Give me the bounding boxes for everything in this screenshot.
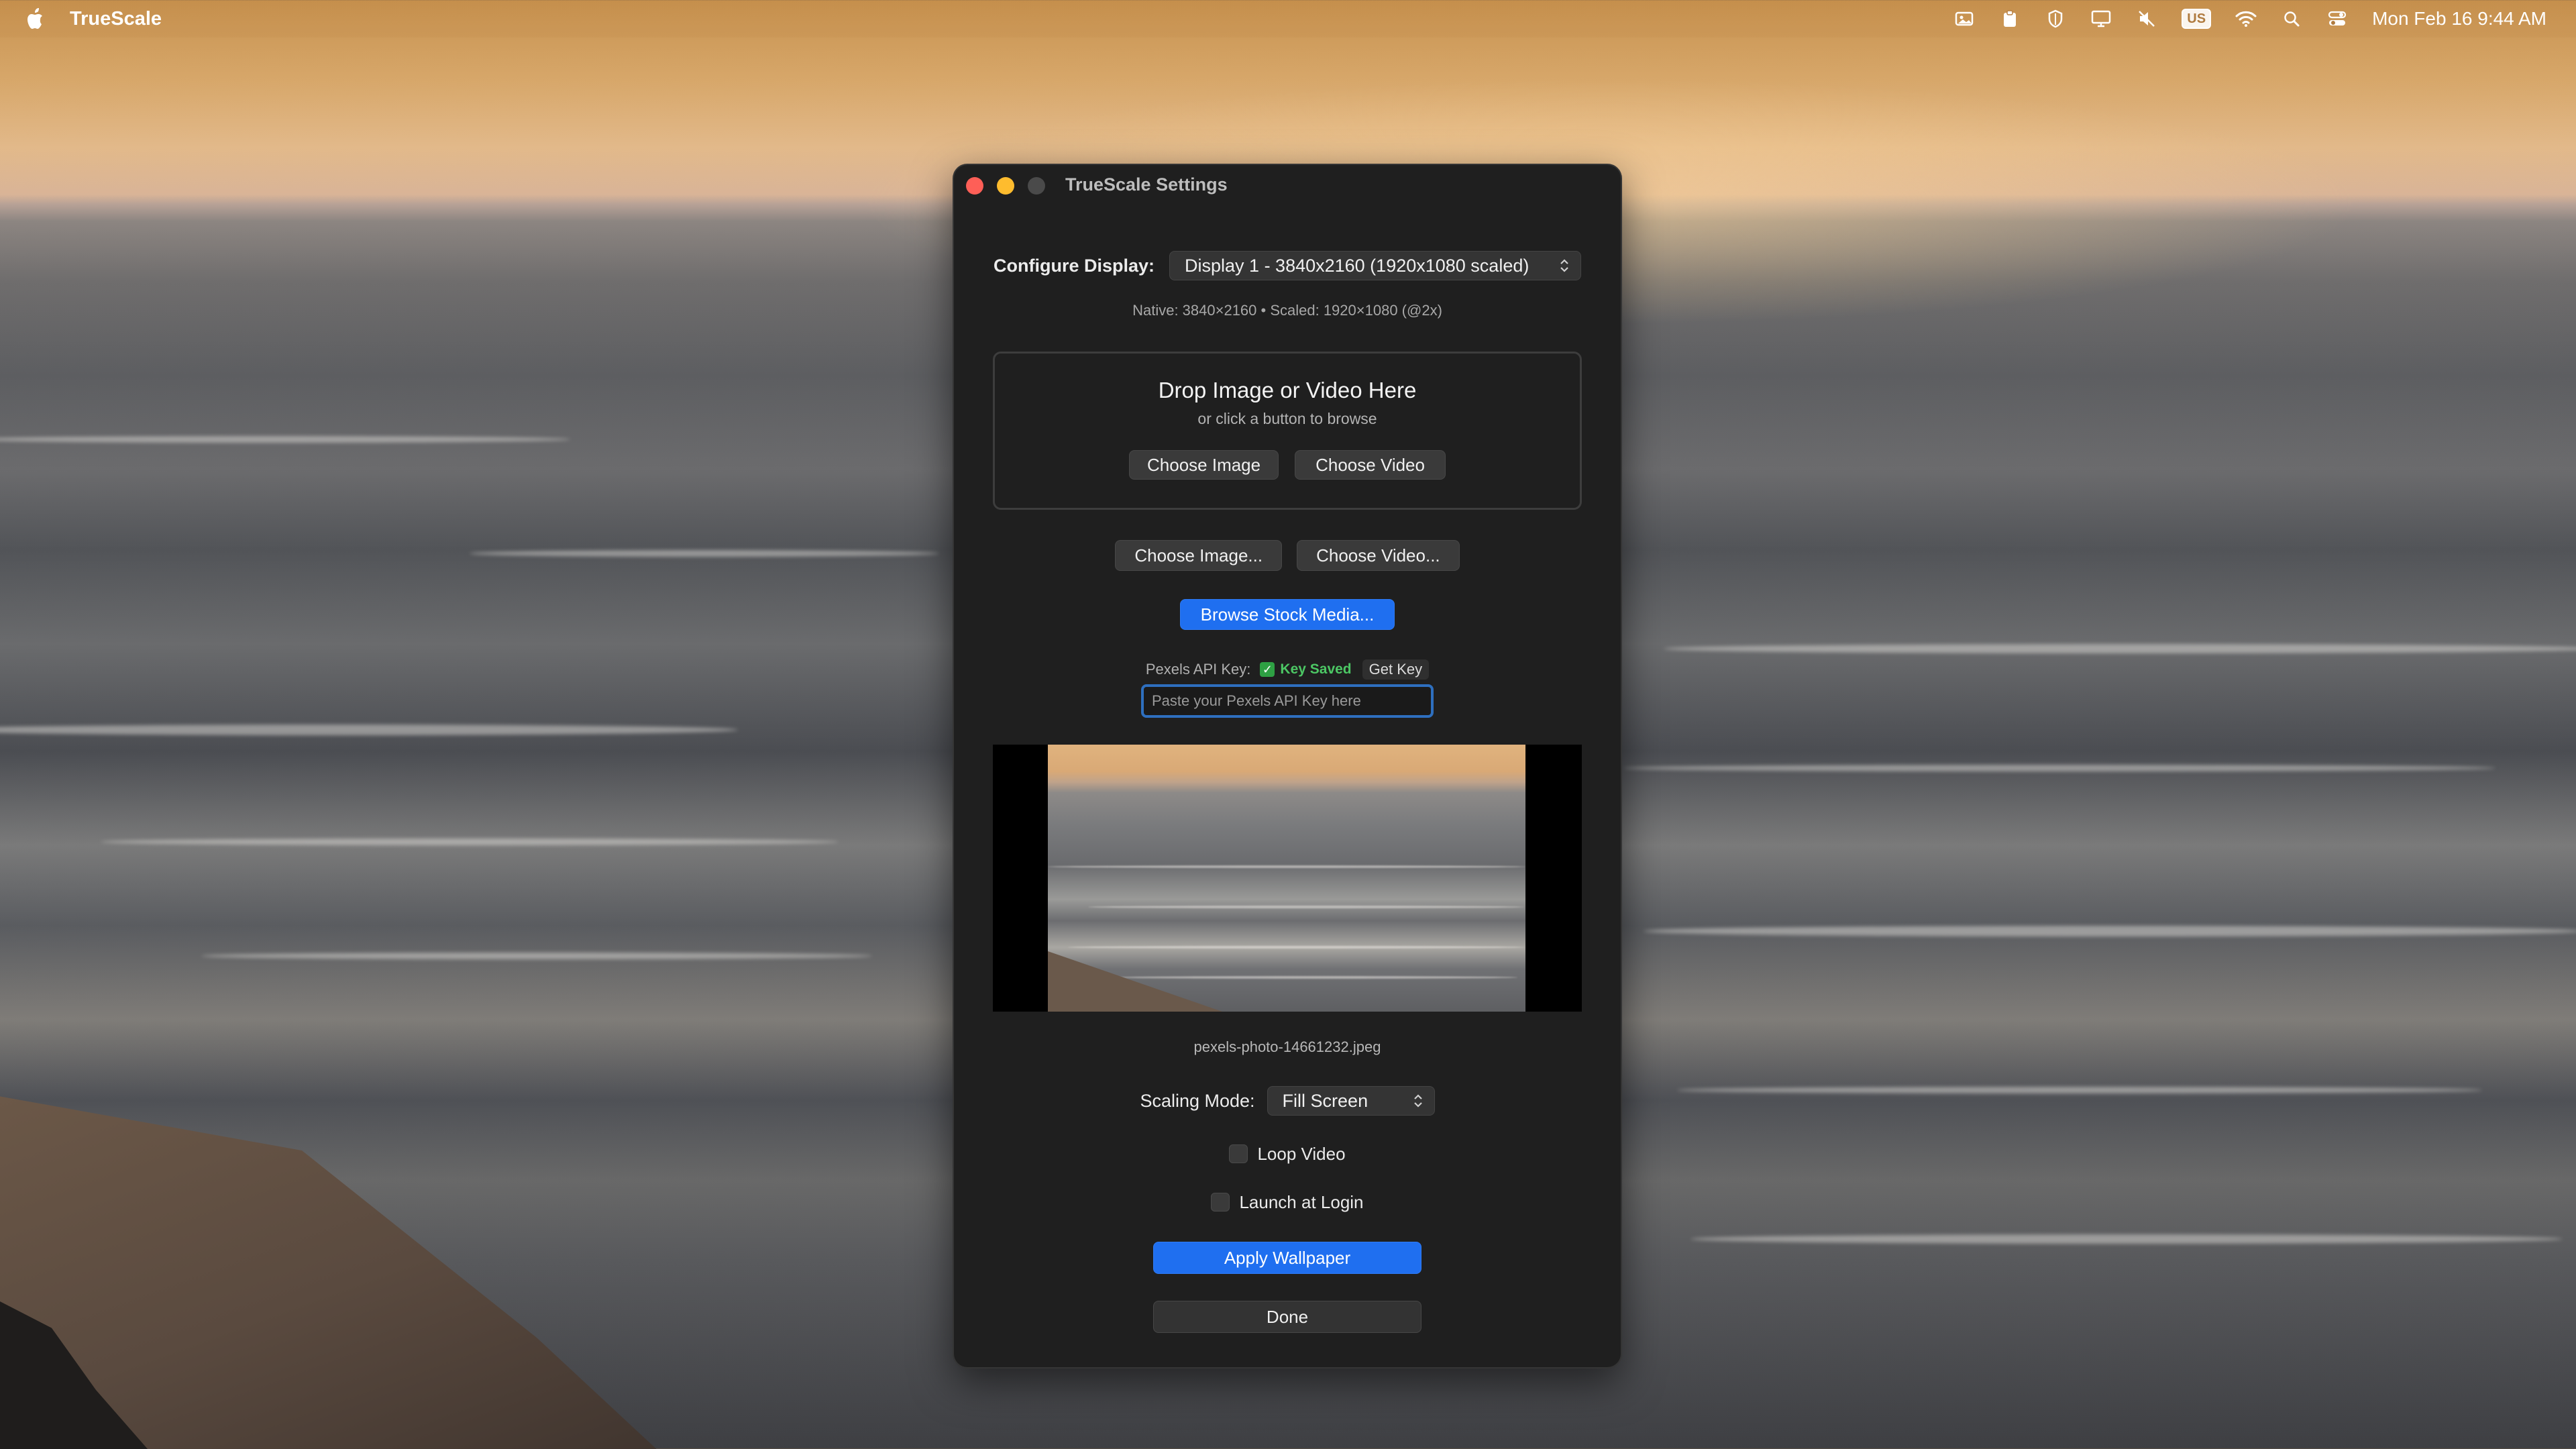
preview-image <box>1048 745 1525 1012</box>
pexels-api-key-label: Pexels API Key: <box>1145 661 1251 678</box>
drop-zone-title: Drop Image or Video Here <box>1158 378 1417 402</box>
choose-video-button[interactable]: Choose Video <box>1295 450 1446 480</box>
scaling-mode-value: Fill Screen <box>1282 1090 1368 1111</box>
display-select[interactable]: Display 1 - 3840x2160 (1920x1080 scaled) <box>1169 251 1582 280</box>
choose-video-file-button[interactable]: Choose Video... <box>1297 540 1460 571</box>
minimize-window-button[interactable] <box>997 177 1014 195</box>
photo-icon[interactable] <box>1953 9 1975 29</box>
media-drop-zone[interactable]: Drop Image or Video Here or click a butt… <box>993 352 1582 510</box>
mute-icon[interactable] <box>2136 9 2157 29</box>
clipboard-icon[interactable] <box>1999 9 2021 29</box>
loop-video-checkbox[interactable] <box>1229 1144 1248 1163</box>
selected-file-name: pexels-photo-14661232.jpeg <box>1193 1038 1381 1055</box>
control-center-icon[interactable] <box>2326 9 2348 29</box>
zoom-window-button[interactable] <box>1028 177 1045 195</box>
settings-window: TrueScale Settings Configure Display: Di… <box>953 164 1622 1368</box>
wallpaper-preview <box>993 745 1582 1012</box>
keyboard-input-icon[interactable]: US <box>2182 9 2212 29</box>
resolution-note: Native: 3840×2160 • Scaled: 1920×1080 (@… <box>1132 302 1442 319</box>
window-title: TrueScale Settings <box>1065 174 1228 195</box>
done-button[interactable]: Done <box>1153 1301 1421 1333</box>
scaling-mode-label: Scaling Mode: <box>1140 1090 1255 1111</box>
shield-icon[interactable] <box>2045 9 2066 29</box>
window-titlebar[interactable]: TrueScale Settings <box>953 164 1622 207</box>
checkmark-icon: ✓ <box>1260 662 1275 677</box>
configure-display-label: Configure Display: <box>993 255 1155 276</box>
apple-menu-icon[interactable] <box>27 7 46 30</box>
choose-image-button[interactable]: Choose Image <box>1129 450 1279 480</box>
display-icon[interactable] <box>2090 9 2112 29</box>
app-menu-name[interactable]: TrueScale <box>70 8 162 30</box>
close-window-button[interactable] <box>966 177 983 195</box>
get-key-button[interactable]: Get Key <box>1362 659 1430 680</box>
menu-bar: TrueScale US Mon Feb 16 9:44 AM <box>0 0 2576 38</box>
display-select-value: Display 1 - 3840x2160 (1920x1080 scaled) <box>1185 255 1529 276</box>
loop-video-label: Loop Video <box>1257 1143 1346 1164</box>
apply-wallpaper-button[interactable]: Apply Wallpaper <box>1153 1242 1421 1274</box>
chevron-updown-icon <box>1559 258 1570 274</box>
launch-at-login-label: Launch at Login <box>1239 1191 1364 1212</box>
search-icon[interactable] <box>2281 9 2302 29</box>
launch-at-login-checkbox[interactable] <box>1211 1193 1230 1212</box>
chevron-updown-icon <box>1413 1093 1424 1109</box>
key-saved-status: Key Saved <box>1280 661 1352 677</box>
menu-bar-clock[interactable]: Mon Feb 16 9:44 AM <box>2372 8 2546 30</box>
choose-image-file-button[interactable]: Choose Image... <box>1115 540 1283 571</box>
scaling-mode-select[interactable]: Fill Screen <box>1267 1086 1435 1116</box>
wifi-icon[interactable] <box>2235 9 2257 29</box>
drop-zone-subtitle: or click a button to browse <box>1197 410 1377 427</box>
pexels-api-key-input[interactable] <box>1141 684 1434 718</box>
browse-stock-media-button[interactable]: Browse Stock Media... <box>1180 599 1395 630</box>
